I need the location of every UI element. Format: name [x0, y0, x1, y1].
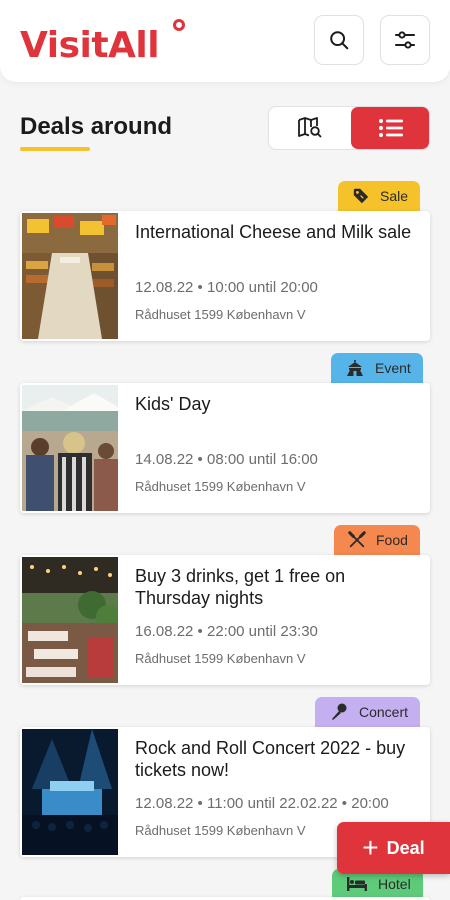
tag-icon: [353, 188, 369, 204]
bed-icon: [347, 877, 367, 891]
deal-image-restaurant: [22, 557, 118, 683]
deal-title: Rock and Roll Concert 2022 - buy tickets…: [135, 738, 406, 780]
section-title: Deals around: [20, 113, 173, 140]
add-deal-label: Deal: [386, 837, 425, 858]
tent-icon: [347, 360, 363, 376]
deal-image-supermarket: [22, 213, 118, 339]
add-deal-button[interactable]: + Deal: [337, 822, 450, 874]
filter-button[interactable]: [380, 15, 430, 65]
search-button[interactable]: [314, 15, 364, 65]
microphone-icon: [332, 703, 347, 720]
list-icon: [378, 119, 403, 137]
badge-label: Concert: [359, 704, 409, 720]
badge-label: Hotel: [378, 876, 411, 892]
deal-card[interactable]: International Cheese and Milk sale 12.08…: [20, 211, 430, 341]
deal-card[interactable]: Buy 3 drinks, get 1 free on Thursday nig…: [20, 555, 430, 685]
badge-concert: Concert: [315, 697, 421, 727]
badge-sale: Sale: [338, 181, 421, 211]
view-toggle: [268, 106, 430, 150]
deal-title: Kids' Day: [135, 394, 211, 414]
badge-label: Event: [375, 360, 411, 376]
deal-address: Rådhuset 1599 København V: [135, 307, 306, 322]
logo-dot-mark: [173, 19, 185, 31]
deal-date: 12.08.22 • 11:00 until 22.02.22 • 20:00: [135, 795, 389, 812]
deal-title: International Cheese and Milk sale: [135, 222, 412, 242]
deal-address: Rådhuset 1599 København V: [135, 823, 306, 838]
deal-card[interactable]: Kids' Day 14.08.22 • 08:00 until 16:00 R…: [20, 383, 430, 513]
badge-food: Food: [334, 525, 420, 555]
deal-address: Rådhuset 1599 København V: [135, 479, 306, 494]
deal-date: 16.08.22 • 22:00 until 23:30: [135, 623, 318, 640]
title-underline: [20, 147, 90, 151]
search-icon: [330, 31, 349, 50]
badge-label: Sale: [380, 188, 409, 204]
deal-title: Buy 3 drinks, get 1 free on Thursday nig…: [135, 566, 346, 608]
fork-knife-icon: [348, 531, 366, 548]
plus-icon: +: [362, 832, 379, 863]
map-view-button[interactable]: [269, 107, 351, 149]
deal-date: 12.08.22 • 10:00 until 20:00: [135, 279, 318, 296]
badge-event: Event: [331, 353, 423, 383]
map-search-icon: [298, 117, 322, 138]
deal-image-concert: [22, 729, 118, 855]
app-logo: VisitAll: [20, 25, 160, 66]
app-header: VisitAll: [0, 0, 450, 82]
deal-image-crowd: [22, 385, 118, 511]
list-view-button[interactable]: [351, 107, 429, 149]
sliders-icon: [395, 31, 415, 49]
badge-label: Food: [376, 532, 408, 548]
deal-date: 14.08.22 • 08:00 until 16:00: [135, 451, 318, 468]
deal-address: Rådhuset 1599 København V: [135, 651, 306, 666]
